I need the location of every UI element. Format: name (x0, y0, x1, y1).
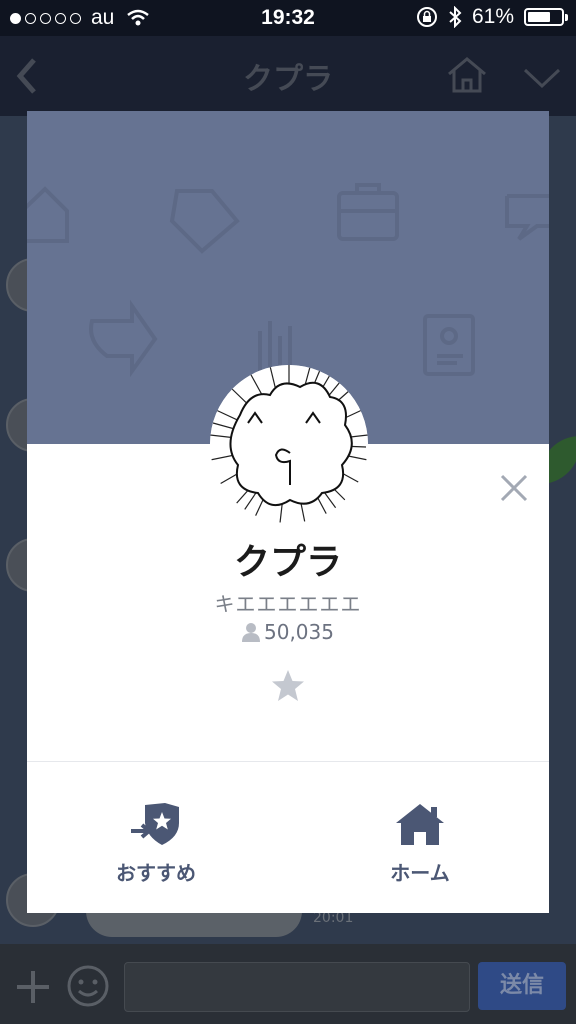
friend-count-value: 50,035 (264, 620, 334, 644)
divider (27, 761, 549, 762)
nav-bar: クプラ (0, 36, 576, 116)
friend-count: 50,035 (27, 620, 549, 644)
profile-avatar (210, 365, 368, 523)
home-label: ホーム (390, 861, 450, 885)
home-icon[interactable] (446, 56, 488, 94)
chevron-down-icon[interactable] (522, 66, 562, 90)
recommend-shield-star-icon (131, 803, 179, 845)
message-input-bar: 送信 (0, 944, 576, 1024)
profile-name: クプラ (233, 542, 342, 583)
message-input[interactable] (124, 962, 470, 1012)
person-icon (242, 623, 260, 642)
emoji-icon[interactable] (66, 964, 110, 1008)
battery-percent: 61% (471, 5, 514, 28)
home-button[interactable]: ホーム (340, 801, 500, 886)
send-button[interactable]: 送信 (478, 962, 566, 1010)
home-icon (396, 804, 444, 845)
recommend-label: おすすめ (116, 861, 196, 885)
bluetooth-icon (449, 6, 462, 28)
chat-title: クプラ (243, 62, 333, 97)
battery-icon (524, 8, 568, 26)
close-icon[interactable] (498, 472, 530, 504)
favorite-star-icon[interactable] (270, 668, 306, 704)
rotation-lock-icon (416, 7, 437, 27)
status-message: キエエエエエエ (214, 592, 362, 616)
avatar-illustration (210, 365, 368, 523)
plus-icon[interactable] (14, 968, 52, 1006)
recommend-button[interactable]: おすすめ (76, 801, 236, 886)
status-bar: au 19:32 61% (0, 0, 576, 36)
profile-modal: クプラ キエエエエエエ 50,035 おすすめ ホーム (27, 111, 549, 913)
